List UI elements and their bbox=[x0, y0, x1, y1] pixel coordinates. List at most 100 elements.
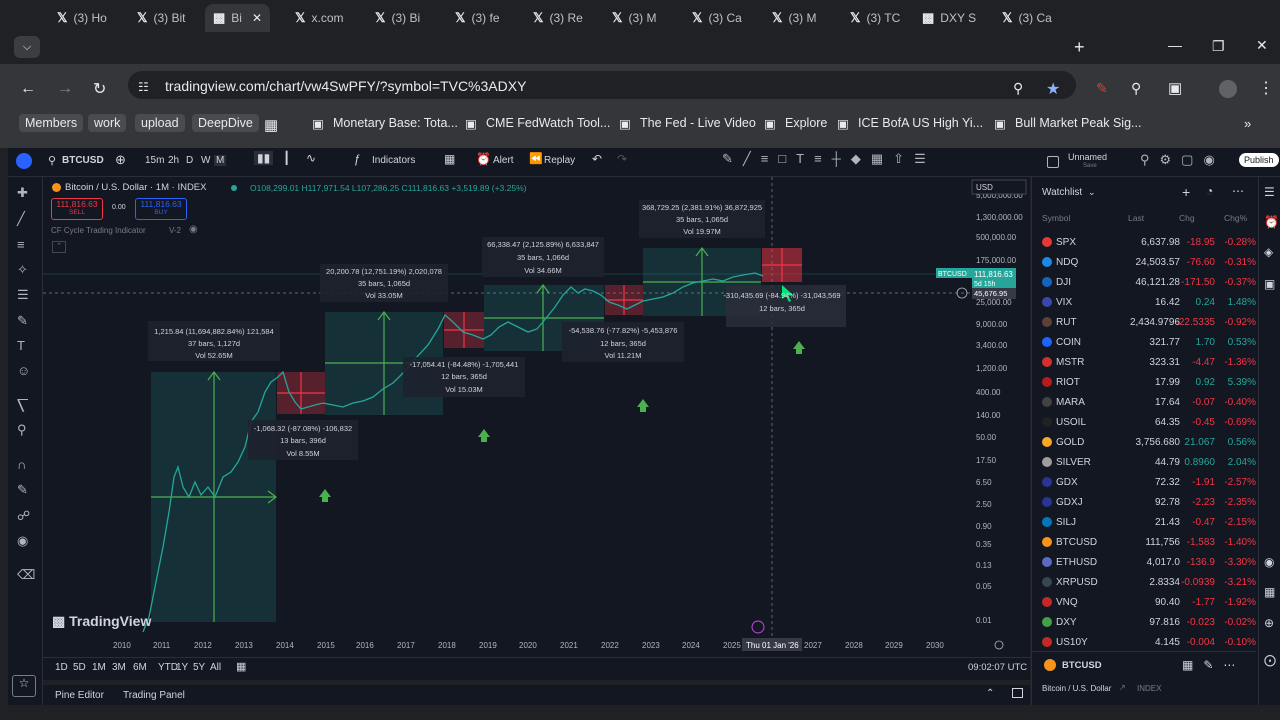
tv-user-avatar[interactable] bbox=[16, 153, 32, 169]
detail-link-icon[interactable]: ↗ bbox=[1119, 683, 1126, 692]
profile-avatar[interactable] bbox=[1219, 80, 1237, 98]
alert-icon[interactable]: ⏰ bbox=[476, 152, 491, 166]
lock-drawings-icon[interactable]: ☍ bbox=[17, 508, 30, 524]
browser-tab[interactable]: 𝕏x.com bbox=[295, 4, 344, 32]
range-6m[interactable]: 6M bbox=[133, 662, 147, 673]
browser-tab[interactable]: 𝕏 (3) Ho bbox=[57, 4, 107, 32]
chat-rail-icon[interactable]: ▣ bbox=[1264, 277, 1275, 291]
sell-button[interactable]: 111,816.63 SELL bbox=[51, 198, 103, 220]
watchlist-row[interactable]: MARA 17.64 -0.07 -0.40% bbox=[1032, 392, 1256, 412]
collapse-legend-icon[interactable]: ⌃ bbox=[52, 241, 66, 253]
indicator-visibility-icon[interactable]: ◉ bbox=[189, 224, 198, 235]
indicator-legend-name[interactable]: CF Cycle Trading Indicator bbox=[51, 226, 146, 235]
range-1y[interactable]: 1Y bbox=[176, 662, 188, 673]
reload-button[interactable]: ↻ bbox=[93, 79, 106, 99]
symbol-search-icon[interactable]: ⚲ bbox=[48, 154, 56, 167]
watchlist-row[interactable]: MSTR 323.31 -4.47 -1.36% bbox=[1032, 352, 1256, 372]
zoom-in-tool-icon[interactable]: ⚲ bbox=[17, 422, 27, 438]
bookmark-item[interactable]: Members bbox=[19, 114, 84, 132]
chart-pane[interactable]: 1,215.84 (11,694,882.84%) 121,584 37 bar… bbox=[43, 177, 1030, 657]
watchlist-row[interactable]: VIX 16.42 0.24 1.48% bbox=[1032, 292, 1256, 312]
stay-drawing-icon[interactable]: ✎ bbox=[17, 482, 28, 498]
browser-tab[interactable]: 𝕏 (3) M bbox=[772, 4, 816, 32]
detail-symbol[interactable]: BTCUSD bbox=[1062, 660, 1102, 671]
watchlist-row[interactable]: ETHUSD 4,017.0 -136.9 -3.30% bbox=[1032, 552, 1256, 572]
watchlist-layout-icon[interactable]: ◔ bbox=[1206, 184, 1213, 198]
watchlist-row[interactable]: SILJ 21.43 -0.47 -2.15% bbox=[1032, 512, 1256, 532]
brush-tool-icon[interactable]: ✎ bbox=[17, 313, 28, 329]
emoji-tool-icon[interactable]: ☺ bbox=[17, 363, 30, 378]
hide-drawings-icon[interactable]: ◉ bbox=[17, 533, 28, 549]
extensions-icon[interactable]: ▣ bbox=[1168, 79, 1182, 97]
browser-tab[interactable]: 𝕏 (3) Bit bbox=[137, 4, 186, 32]
help-rail-icon[interactable]: ⊕ bbox=[1264, 616, 1274, 630]
watchlist-col-chg[interactable]: Chg bbox=[1179, 213, 1195, 223]
browser-tab[interactable]: 𝕏 (3) fe bbox=[455, 4, 500, 32]
bookmark-item[interactable]: The Fed - Live Video bbox=[640, 116, 756, 130]
watchlist-col-symbol[interactable]: Symbol bbox=[1042, 213, 1070, 223]
publish-button[interactable]: Publish bbox=[1239, 153, 1279, 167]
watchlist-row[interactable]: GDX 72.32 -1.91 -2.57% bbox=[1032, 472, 1256, 492]
watchlist-col-last[interactable]: Last bbox=[1128, 213, 1144, 223]
browser-menu-icon[interactable]: ⋮ bbox=[1258, 78, 1274, 98]
fib-tool-icon[interactable]: ≡ bbox=[17, 237, 25, 252]
close-tab-icon[interactable]: ✕ bbox=[252, 11, 262, 25]
compare-symbol-icon[interactable]: ⊕ bbox=[115, 152, 126, 168]
watchlist-title[interactable]: Watchlist bbox=[1042, 187, 1082, 198]
watchlist-row[interactable]: RUT 2,434.9796 -22.5335 -0.92% bbox=[1032, 312, 1256, 332]
range-1m[interactable]: 1M bbox=[92, 662, 106, 673]
bookmark-item[interactable]: upload bbox=[135, 114, 185, 132]
detail-name[interactable]: Bitcoin / U.S. Dollar bbox=[1042, 684, 1111, 693]
price-chart-svg[interactable]: 1,215.84 (11,694,882.84%) 121,584 37 bar… bbox=[43, 177, 1030, 657]
favorites-star-icon[interactable]: ☆ bbox=[12, 675, 36, 697]
tab-search-button[interactable]: ⌵ bbox=[14, 36, 40, 58]
calendar-rail-icon[interactable]: ▦ bbox=[1264, 585, 1275, 599]
maximize-button[interactable]: ❐ bbox=[1212, 38, 1225, 55]
bookmark-item[interactable]: DeepDive bbox=[192, 114, 259, 132]
interval-2h[interactable]: 2h bbox=[168, 155, 179, 166]
new-tab-button[interactable]: + bbox=[1074, 37, 1085, 58]
watchlist-row[interactable]: BTCUSD 111,756 -1,583 -1.40% bbox=[1032, 532, 1256, 552]
range-ytd[interactable]: YTD bbox=[158, 662, 178, 673]
browser-tab[interactable]: 𝕏 (3) Ca bbox=[1002, 4, 1052, 32]
panel-maximize-icon[interactable] bbox=[1012, 688, 1023, 698]
watchlist-col-chgp[interactable]: Chg% bbox=[1224, 213, 1247, 223]
indicators-button[interactable]: Indicators bbox=[372, 155, 415, 166]
top-right-tool-icons[interactable]: ⚲⚙▢◉ bbox=[1140, 152, 1225, 168]
close-window-button[interactable]: ✕ bbox=[1256, 37, 1268, 54]
ruler-tool-icon[interactable]: ⎲ bbox=[17, 397, 28, 413]
range-5y[interactable]: 5Y bbox=[193, 662, 205, 673]
interval-m[interactable]: M bbox=[214, 155, 227, 166]
templates-icon[interactable]: ▦ bbox=[444, 152, 455, 166]
watchlist-row[interactable]: COIN 321.77 1.70 0.53% bbox=[1032, 332, 1256, 352]
search-icon[interactable]: ⚲ bbox=[1131, 80, 1141, 97]
url-text[interactable]: tradingview.com/chart/vw4SwPFY/?symbol=T… bbox=[165, 78, 526, 94]
watchlist-row[interactable]: SILVER 44.79 0.8960 2.04% bbox=[1032, 452, 1256, 472]
layout-name[interactable]: Unnamed bbox=[1068, 152, 1107, 162]
panel-collapse-icon[interactable]: ⌃ bbox=[986, 688, 994, 699]
watchlist-row[interactable]: SPX 6,637.98 -18.95 -0.28% bbox=[1032, 232, 1256, 252]
watchlist-row[interactable]: GOLD 3,756.680 21.067 0.56% bbox=[1032, 432, 1256, 452]
pattern-tool-icon[interactable]: ✧ bbox=[17, 262, 28, 278]
text-tool-icon[interactable]: T bbox=[17, 338, 25, 353]
signal-rail-icon[interactable]: ⨀ bbox=[1264, 653, 1276, 667]
add-symbol-icon[interactable]: + bbox=[1182, 184, 1190, 200]
goto-date-icon[interactable]: ▦ bbox=[236, 660, 246, 673]
bookmark-item[interactable]: work bbox=[88, 114, 127, 132]
apps-grid-icon[interactable]: ▦ bbox=[264, 116, 278, 134]
bookmark-star-icon[interactable]: ★ bbox=[1046, 79, 1060, 99]
range-all[interactable]: All bbox=[210, 662, 221, 673]
back-button[interactable]: ← bbox=[20, 80, 36, 98]
bookmarks-overflow-icon[interactable]: » bbox=[1244, 116, 1251, 131]
site-info-icon[interactable]: ☷ bbox=[138, 80, 149, 94]
crosshair-tool-icon[interactable]: ✚ bbox=[17, 185, 28, 201]
range-5d[interactable]: 5D bbox=[73, 662, 86, 673]
range-3m[interactable]: 3M bbox=[112, 662, 126, 673]
buy-button[interactable]: 111,816.63 BUY bbox=[135, 198, 187, 220]
bar-style-bars-icon[interactable]: ┃ bbox=[283, 151, 290, 165]
browser-tab[interactable]: ▩ Bi ✕ bbox=[205, 4, 271, 32]
watchlist-row[interactable]: US10Y 4.145 -0.004 -0.10% bbox=[1032, 632, 1256, 652]
watchlist-more-icon[interactable]: ⋯ bbox=[1232, 184, 1244, 198]
drawing-toolbar-icons[interactable]: ✎╱≡□T≡┼◆▦⇧☰ bbox=[722, 151, 936, 167]
utc-clock[interactable]: 09:02:07 UTC bbox=[968, 662, 1027, 673]
